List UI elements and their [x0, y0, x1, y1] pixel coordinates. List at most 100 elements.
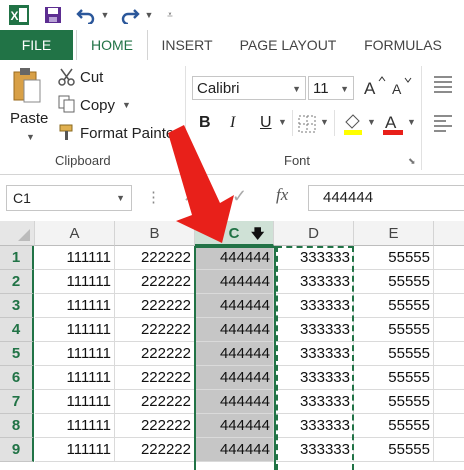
row-header[interactable]: 2	[0, 270, 34, 294]
row-header[interactable]: 5	[0, 342, 34, 366]
save-icon[interactable]	[42, 4, 64, 26]
font-name-value: Calibri	[197, 80, 240, 97]
table-cell[interactable]: 111111	[35, 390, 115, 414]
undo-dropdown-icon[interactable]: ▼	[100, 4, 110, 26]
ribbon-tabs: FILE HOME INSERT PAGE LAYOUT FORMULAS	[0, 30, 464, 61]
table-cell[interactable]	[434, 318, 464, 342]
clipboard-group-label: Clipboard	[55, 153, 111, 168]
underline-button[interactable]: U	[260, 114, 272, 132]
table-cell[interactable]: 222222	[115, 390, 195, 414]
table-cell[interactable]: 55555	[354, 294, 434, 318]
table-cell[interactable]: 222222	[115, 246, 195, 270]
table-cell[interactable]: 111111	[35, 270, 115, 294]
column-header-e[interactable]: E	[354, 221, 434, 246]
table-cell[interactable]	[434, 270, 464, 294]
chevron-down-icon: ▼	[292, 84, 301, 94]
tab-file[interactable]: FILE	[0, 30, 73, 60]
insert-function-button[interactable]: fx	[276, 185, 288, 205]
table-cell[interactable]: 55555	[354, 366, 434, 390]
formula-input[interactable]: 444444	[308, 185, 464, 211]
dialog-launcher-icon[interactable]: ⬊	[408, 156, 416, 167]
svg-text:X: X	[11, 9, 19, 23]
customize-toolbar-icon[interactable]: ⩡	[164, 4, 176, 26]
format-painter-icon	[58, 123, 76, 146]
table-cell[interactable]: 55555	[354, 390, 434, 414]
table-cell[interactable]: 55555	[354, 318, 434, 342]
name-box[interactable]: C1 ▼	[6, 185, 132, 211]
table-cell[interactable]: 111111	[35, 294, 115, 318]
table-cell[interactable]: 55555	[354, 414, 434, 438]
shrink-font-icon[interactable]: A	[392, 76, 414, 103]
paste-dropdown-icon[interactable]: ▼	[26, 132, 35, 142]
column-header-a[interactable]: A	[35, 221, 115, 246]
table-cell[interactable]: 55555	[354, 438, 434, 462]
table-cell[interactable]: 111111	[35, 342, 115, 366]
row-header[interactable]: 8	[0, 414, 34, 438]
table-cell[interactable]	[434, 246, 464, 270]
table-cell[interactable]: 111111	[35, 366, 115, 390]
redo-icon[interactable]	[118, 4, 142, 26]
table-cell[interactable]: 222222	[115, 318, 195, 342]
row-header[interactable]: 4	[0, 318, 34, 342]
align-left-icon[interactable]	[432, 112, 454, 141]
fill-color-dropdown-icon[interactable]: ▼	[367, 117, 376, 127]
copy-marquee	[276, 246, 354, 470]
column-header-d[interactable]: D	[274, 221, 354, 246]
tab-home[interactable]: HOME	[76, 30, 148, 61]
table-cell[interactable]	[434, 414, 464, 438]
paste-button[interactable]: Paste	[10, 110, 48, 127]
column-select-cursor-icon: 🡇	[251, 226, 265, 241]
underline-dropdown-icon[interactable]: ▼	[278, 117, 287, 127]
paste-icon[interactable]	[12, 68, 42, 109]
table-cell[interactable]: 55555	[354, 246, 434, 270]
borders-icon[interactable]	[298, 115, 316, 138]
borders-dropdown-icon[interactable]: ▼	[320, 117, 329, 127]
toolbar-divider	[334, 110, 335, 136]
column-header-f[interactable]	[434, 221, 464, 246]
font-size-combo[interactable]: 11 ▼	[308, 76, 354, 100]
fill-color-icon[interactable]	[342, 112, 364, 141]
font-name-combo[interactable]: Calibri ▼	[192, 76, 306, 100]
svg-text:A: A	[364, 79, 376, 98]
table-cell[interactable]: 111111	[35, 246, 115, 270]
row-header[interactable]: 6	[0, 366, 34, 390]
grow-font-icon[interactable]: A	[364, 76, 386, 103]
copy-dropdown-icon[interactable]: ▼	[122, 100, 131, 110]
cut-button[interactable]: Cut	[80, 69, 103, 86]
table-cell[interactable]: 222222	[115, 414, 195, 438]
table-cell[interactable]: 222222	[115, 294, 195, 318]
copy-button[interactable]: Copy	[80, 97, 115, 114]
group-divider	[421, 66, 422, 170]
align-top-icon[interactable]	[432, 74, 454, 103]
row-header[interactable]: 7	[0, 390, 34, 414]
table-cell[interactable]: 222222	[115, 438, 195, 462]
svg-text:A: A	[385, 113, 397, 132]
tab-page-layout[interactable]: PAGE LAYOUT	[229, 30, 347, 60]
table-cell[interactable]: 222222	[115, 342, 195, 366]
table-cell[interactable]: 111111	[35, 438, 115, 462]
tab-insert[interactable]: INSERT	[152, 30, 222, 60]
row-header[interactable]: 1	[0, 246, 34, 270]
table-cell[interactable]: 111111	[35, 414, 115, 438]
table-cell[interactable]	[434, 294, 464, 318]
table-cell[interactable]	[434, 366, 464, 390]
tab-formulas[interactable]: FORMULAS	[355, 30, 451, 60]
font-size-value: 11	[313, 80, 329, 97]
row-header[interactable]: 9	[0, 438, 34, 462]
table-cell[interactable]	[434, 342, 464, 366]
row-header[interactable]: 3	[0, 294, 34, 318]
table-cell[interactable]	[434, 438, 464, 462]
table-cell[interactable]: 222222	[115, 366, 195, 390]
table-cell[interactable]: 222222	[115, 270, 195, 294]
table-cell[interactable]	[434, 390, 464, 414]
font-color-dropdown-icon[interactable]: ▼	[407, 117, 416, 127]
redo-dropdown-icon[interactable]: ▼	[144, 4, 154, 26]
table-cell[interactable]: 55555	[354, 342, 434, 366]
table-cell[interactable]: 111111	[35, 318, 115, 342]
table-cell[interactable]: 55555	[354, 270, 434, 294]
font-color-icon[interactable]: A	[382, 112, 404, 141]
select-all-corner[interactable]	[0, 221, 35, 246]
cut-icon	[58, 68, 76, 91]
toolbar-divider	[292, 110, 293, 136]
undo-icon[interactable]	[74, 4, 98, 26]
